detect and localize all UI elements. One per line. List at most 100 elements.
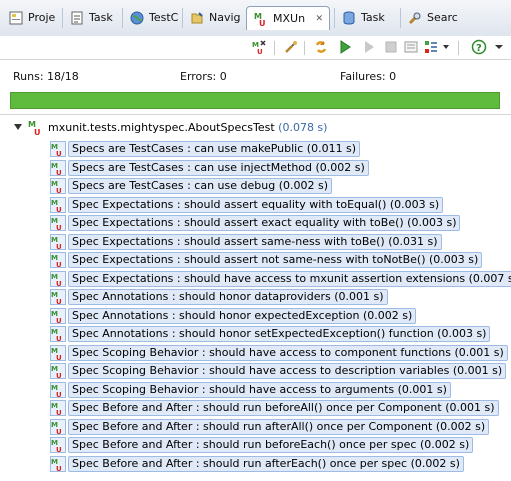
- toolbar-separator: [458, 41, 459, 55]
- svg-text:U: U: [56, 446, 62, 453]
- test-result-label: Spec Scoping Behavior : should have acce…: [68, 344, 508, 361]
- collapse-button[interactable]: [402, 39, 420, 55]
- run-disabled-button[interactable]: [360, 39, 378, 55]
- counters-panel: Runs: 18/18 Errors: 0 Failures: 0: [0, 59, 511, 90]
- tab-label: Task: [89, 11, 113, 24]
- svg-text:U: U: [34, 128, 41, 136]
- suite-label: mxunit.tests.mightyspec.AboutSpecsTest (…: [48, 119, 327, 137]
- run-history-button[interactable]: [422, 39, 440, 55]
- toolbar-separator: [304, 41, 305, 55]
- tab-task-list[interactable]: Task: [62, 8, 120, 28]
- tab-label: Navig: [209, 11, 241, 24]
- tab-label: Proje: [28, 11, 56, 24]
- mxunit-suite-icon: M U: [28, 120, 41, 136]
- svg-text:U: U: [56, 298, 62, 305]
- test-pass-icon: MU: [50, 326, 66, 342]
- rerun-button[interactable]: [312, 39, 330, 55]
- globe-icon: [130, 11, 144, 25]
- test-result-label: Specs are TestCases : can use injectMeth…: [68, 159, 369, 176]
- toolbar-separator: [274, 41, 275, 55]
- tab-navigator[interactable]: Navig: [182, 8, 242, 28]
- task-repository-icon: [343, 11, 355, 25]
- suite-time: (0.078 s): [278, 121, 328, 134]
- view-menu-icon: [495, 45, 503, 49]
- test-result-label: Spec Before and After : should run after…: [68, 418, 490, 435]
- test-pass-icon: MU: [50, 400, 66, 416]
- test-pass-icon: MU: [50, 233, 66, 250]
- errors-counter: Errors: 0: [180, 70, 227, 83]
- close-icon[interactable]: ✕: [315, 7, 323, 31]
- remove-failures-button[interactable]: M U: [250, 39, 268, 55]
- test-pass-icon: MU: [50, 289, 66, 305]
- failures-counter: Failures: 0: [340, 70, 397, 83]
- test-pass-icon: MU: [50, 141, 66, 157]
- test-pass-icon: MU: [50, 178, 66, 194]
- test-pass-icon: MU: [50, 344, 66, 361]
- stop-button[interactable]: [382, 39, 400, 55]
- tab-search[interactable]: Searc: [400, 8, 462, 28]
- mxunit-icon: M U: [254, 12, 266, 26]
- svg-text:?: ?: [476, 43, 482, 54]
- help-icon: ?: [471, 39, 487, 55]
- test-pass-icon: MU: [50, 418, 66, 435]
- svg-text:U: U: [56, 354, 62, 361]
- runs-counter: Runs: 18/18: [13, 70, 79, 83]
- svg-text:U: U: [56, 465, 62, 472]
- svg-text:U: U: [56, 187, 62, 194]
- search-icon: [408, 12, 421, 25]
- project-explorer-icon: [9, 11, 23, 25]
- view-menu-button[interactable]: [492, 39, 506, 55]
- test-result-label: Spec Expectations : should assert same-n…: [68, 233, 442, 250]
- svg-text:U: U: [56, 317, 62, 324]
- svg-text:U: U: [56, 169, 62, 176]
- test-pass-icon: MU: [50, 270, 66, 287]
- view-toolbar: M U ?: [0, 36, 511, 59]
- tab-mxunit[interactable]: M U MXUn ✕: [246, 6, 330, 30]
- test-results-tree: M U mxunit.tests.mightyspec.AboutSpecsTe…: [0, 114, 511, 481]
- svg-text:U: U: [56, 409, 62, 416]
- expand-twisty-icon[interactable]: [14, 124, 22, 130]
- svg-text:U: U: [56, 261, 62, 268]
- test-result-label: Spec Expectations : should assert exact …: [68, 215, 461, 231]
- tab-project-explorer[interactable]: Proje: [2, 8, 60, 28]
- tab-label: MXUn: [273, 12, 306, 25]
- svg-text:U: U: [257, 48, 263, 55]
- test-result-label: Spec Expectations : should assert equali…: [68, 196, 444, 213]
- test-pass-icon: MU: [50, 437, 66, 453]
- remove-failures-icon: M U: [252, 40, 266, 55]
- test-result-label: Spec Scoping Behavior : should have acce…: [68, 363, 507, 379]
- tab-label: TestC: [149, 11, 179, 24]
- test-pass-icon: MU: [50, 363, 66, 379]
- svg-text:U: U: [56, 150, 62, 157]
- run-history-icon: [425, 41, 437, 53]
- svg-text:U: U: [56, 280, 62, 287]
- rerun-icon: [315, 41, 327, 53]
- test-result-label: Spec Before and After : should run befor…: [68, 400, 499, 416]
- navigator-icon: [191, 12, 203, 24]
- svg-text:U: U: [56, 428, 62, 435]
- tab-label: Task: [361, 11, 385, 24]
- test-pass-icon: MU: [50, 196, 66, 213]
- test-result-label: Spec Before and After : should run after…: [68, 455, 464, 472]
- test-result-label: Spec Expectations : should have access t…: [68, 270, 511, 287]
- test-result-label: Spec Annotations : should honor setExpec…: [68, 326, 491, 342]
- tab-label: Searc: [427, 11, 458, 24]
- svg-text:U: U: [56, 206, 62, 213]
- history-dropdown[interactable]: [440, 39, 452, 55]
- tab-task-repositories[interactable]: Task: [334, 8, 398, 28]
- test-result-label: Spec Scoping Behavior : should have acce…: [68, 381, 451, 398]
- svg-text:U: U: [56, 243, 62, 250]
- task-list-icon: [71, 11, 83, 25]
- help-button[interactable]: ?: [470, 39, 488, 55]
- test-result-label: Spec Expectations : should assert not sa…: [68, 252, 483, 268]
- svg-text:U: U: [56, 391, 62, 398]
- filter-button[interactable]: [282, 39, 300, 55]
- run-button[interactable]: [336, 39, 354, 55]
- test-pass-icon: MU: [50, 252, 66, 268]
- test-pass-icon: MU: [50, 159, 66, 176]
- stop-icon: [385, 41, 397, 53]
- filter-icon: [285, 41, 297, 53]
- test-result-label: Spec Before and After : should run befor…: [68, 437, 474, 453]
- tab-testc[interactable]: TestC: [122, 8, 180, 28]
- test-pass-icon: MU: [50, 307, 66, 324]
